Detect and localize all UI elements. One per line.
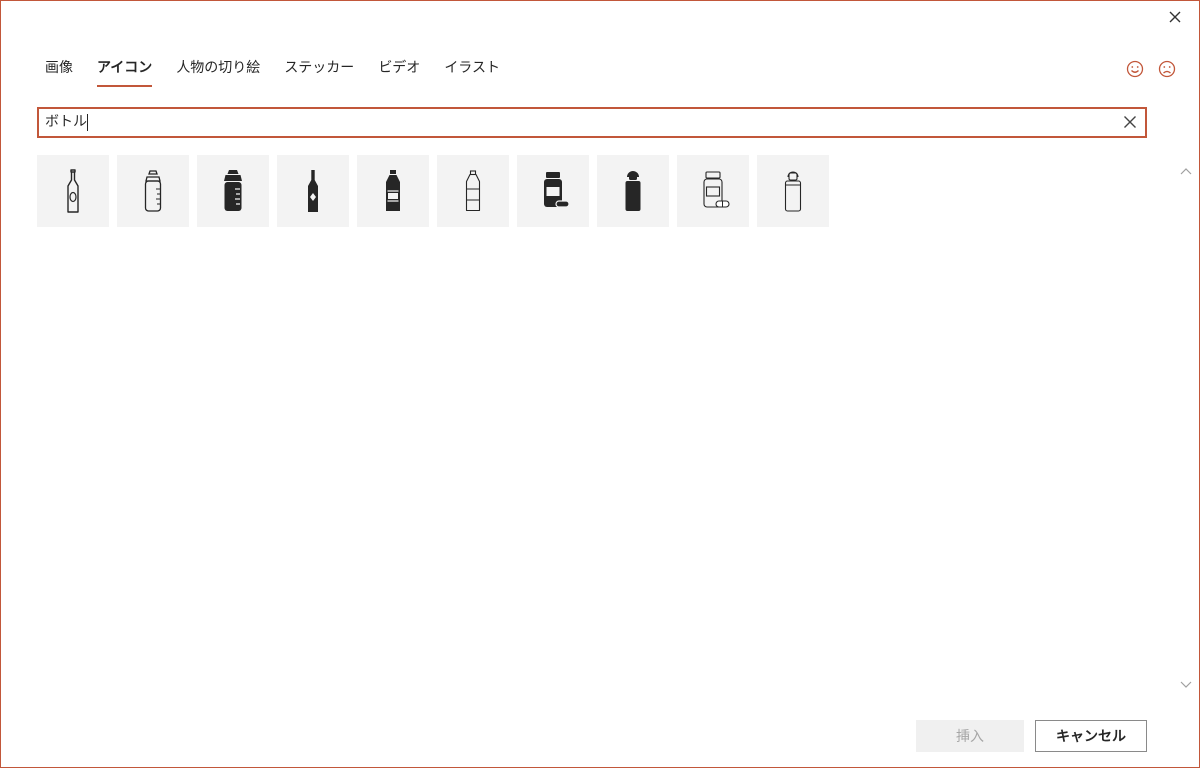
search-input[interactable] [45,109,1105,136]
sports-bottle-icon [784,171,802,212]
medicine-bottle-filled-icon [544,172,570,208]
result-tile[interactable] [757,155,829,227]
sports-bottle-filled-icon [625,171,641,211]
result-tile[interactable] [677,155,749,227]
tab-bar: 画像 アイコン 人物の切り絵 ステッカー ビデオ イラスト [37,51,516,89]
insert-button[interactable]: 挿入 [916,720,1024,752]
tab-videos[interactable]: ビデオ [370,51,428,83]
frowning-face-icon[interactable] [1157,59,1177,79]
result-tile[interactable] [597,155,669,227]
results-grid [37,155,829,227]
baby-bottle-filled-icon [224,170,242,211]
search-box [37,107,1147,138]
chevron-up-icon[interactable] [1179,165,1193,179]
icon-insert-dialog: 画像 アイコン 人物の切り絵 ステッカー ビデオ イラスト ボトル 挿入 キャン… [0,0,1200,768]
chevron-down-icon[interactable] [1179,677,1193,691]
tab-icons[interactable]: アイコン [89,51,160,87]
cancel-button[interactable]: キャンセル [1035,720,1147,752]
result-tile[interactable] [517,155,589,227]
medicine-bottle-icon [703,171,730,208]
result-tile[interactable] [37,155,109,227]
close-icon[interactable] [1165,7,1185,27]
tab-cutout-people[interactable]: 人物の切り絵 [168,51,268,83]
text-caret [87,114,88,131]
result-tile[interactable] [197,155,269,227]
clear-icon[interactable] [1123,115,1137,129]
water-bottle-icon [465,170,481,212]
wine-bottle-icon [308,170,318,212]
result-tile[interactable] [357,155,429,227]
result-tile[interactable] [277,155,349,227]
glass-bottle-label-icon [67,169,79,213]
baby-bottle-icon [144,170,162,212]
result-tile[interactable] [117,155,189,227]
tab-stickers[interactable]: ステッカー [276,51,362,83]
feedback-buttons [1125,59,1177,79]
result-tile[interactable] [437,155,509,227]
tab-illustrations[interactable]: イラスト [436,51,508,83]
tab-images[interactable]: 画像 [37,51,81,83]
results-scrollbar[interactable] [1179,151,1193,691]
water-bottle-filled-icon [386,170,400,211]
smiley-face-icon[interactable] [1125,59,1145,79]
